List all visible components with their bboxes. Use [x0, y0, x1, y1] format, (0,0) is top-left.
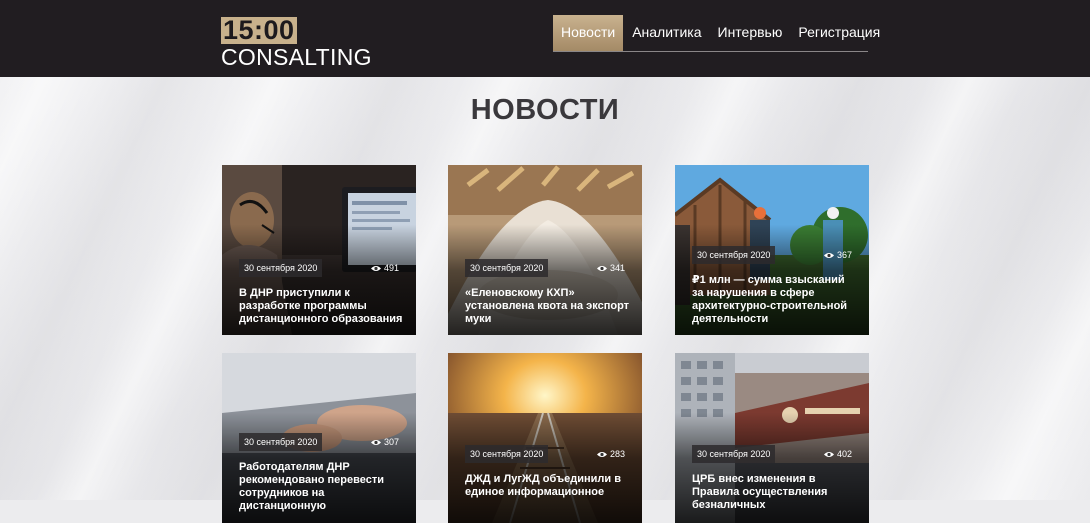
- card-date: 30 сентября 2020: [465, 445, 549, 463]
- news-card[interactable]: 30 сентября 2020 283 ДЖД и ЛугЖД объедин…: [448, 353, 642, 523]
- nav-item-interview[interactable]: Интервью: [710, 15, 791, 51]
- eye-icon: [370, 265, 381, 271]
- card-title[interactable]: В ДНР приступили к разработке программы …: [239, 287, 404, 326]
- card-date: 30 сентября 2020: [239, 433, 323, 451]
- card-date: 30 сентября 2020: [692, 445, 776, 463]
- card-views: 283: [596, 445, 625, 463]
- news-card[interactable]: 30 сентября 2020 491 В ДНР приступили к …: [222, 165, 416, 335]
- card-views: 367: [823, 246, 852, 264]
- news-card[interactable]: 30 сентября 2020 402 ЦРБ внес изменения …: [675, 353, 869, 523]
- card-title[interactable]: ДЖД и ЛугЖД объединили в единое информац…: [465, 473, 630, 499]
- views-count: 341: [609, 263, 625, 273]
- card-title[interactable]: Работодателям ДНР рекомендовано перевест…: [239, 461, 404, 513]
- card-title[interactable]: «Еленовскому КХП» установлена квота на э…: [465, 287, 630, 326]
- page-title: НОВОСТИ: [470, 94, 620, 126]
- nav-item-registration[interactable]: Регистрация: [790, 15, 888, 51]
- eye-icon: [823, 451, 834, 457]
- site-logo[interactable]: 15:00 CONSALTING: [221, 17, 372, 69]
- eye-icon: [823, 252, 834, 258]
- nav-item-analytics[interactable]: Аналитика: [624, 15, 709, 51]
- views-count: 491: [383, 263, 399, 273]
- eye-icon: [596, 265, 607, 271]
- card-date: 30 сентября 2020: [465, 259, 549, 277]
- news-card[interactable]: 30 сентября 2020 307 Работодателям ДНР р…: [222, 353, 416, 523]
- views-count: 402: [836, 449, 852, 459]
- logo-time: 15:00: [221, 15, 297, 45]
- card-views: 307: [370, 433, 399, 451]
- nav-item-news[interactable]: Новости: [553, 15, 624, 51]
- card-views: 341: [596, 259, 625, 277]
- card-date: 30 сентября 2020: [692, 246, 776, 264]
- views-count: 283: [609, 449, 625, 459]
- eye-icon: [596, 451, 607, 457]
- main-nav: Новости Аналитика Интервью Регистрация: [553, 15, 880, 52]
- card-views: 402: [823, 445, 852, 463]
- card-title[interactable]: ₽1 млн — сумма взысканий за нарушения в …: [692, 274, 857, 326]
- logo-brand: CONSALTING: [221, 44, 372, 70]
- eye-icon: [370, 439, 381, 445]
- views-count: 367: [836, 250, 852, 260]
- card-title[interactable]: ЦРБ внес изменения в Правила осуществлен…: [692, 473, 857, 512]
- news-card[interactable]: 30 сентября 2020 367 ₽1 млн — сумма взыс…: [675, 165, 869, 335]
- card-date: 30 сентября 2020: [239, 259, 323, 277]
- news-card[interactable]: 30 сентября 2020 341 «Еленовскому КХП» у…: [448, 165, 642, 335]
- views-count: 307: [383, 437, 399, 447]
- card-views: 491: [370, 259, 399, 277]
- site-header: 15:00 CONSALTING Новости Аналитика Интер…: [0, 0, 1090, 77]
